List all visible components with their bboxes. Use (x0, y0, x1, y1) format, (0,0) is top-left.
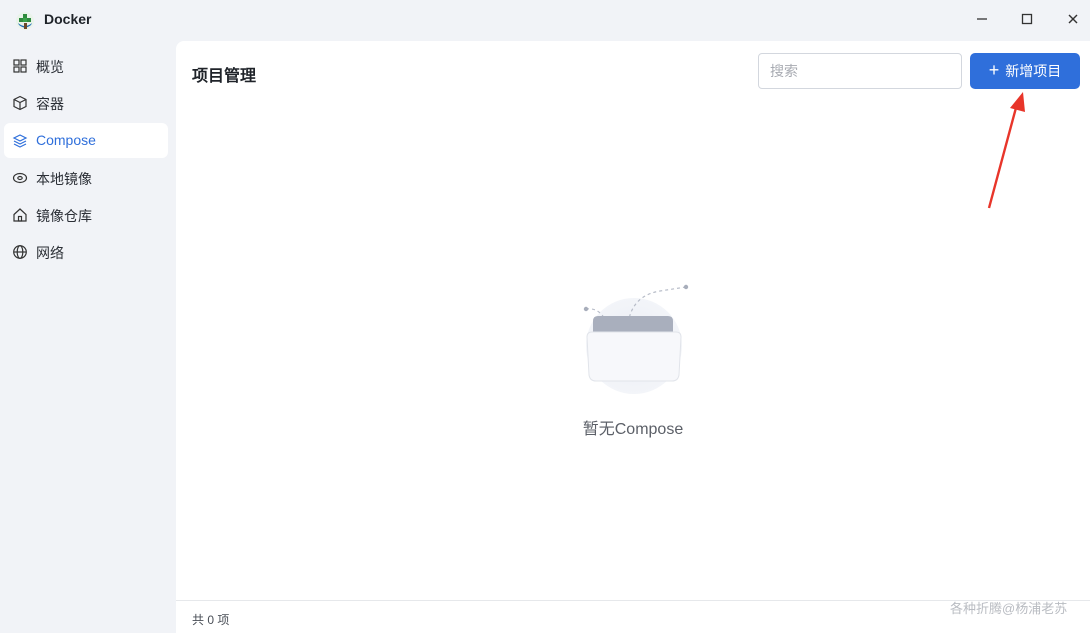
item-count: 共 0 项 (192, 613, 230, 627)
sidebar-item-compose[interactable]: Compose (4, 123, 168, 158)
layers-icon (12, 134, 28, 148)
sidebar-item-label: 概览 (36, 59, 64, 75)
sidebar-item-image-registry[interactable]: 镜像仓库 (4, 197, 168, 232)
close-button[interactable] (1058, 6, 1088, 32)
sidebar-item-label: 镜像仓库 (36, 208, 92, 224)
app-title: Docker (44, 11, 92, 27)
plus-icon: + (988, 60, 1000, 80)
close-icon (1068, 14, 1078, 24)
search-input[interactable] (758, 53, 962, 89)
sidebar-item-label: 容器 (36, 96, 64, 112)
watermark: 各种折腾@杨浦老苏 (950, 601, 1068, 616)
minimize-icon (977, 18, 987, 20)
footer-bar: 共 0 项 各种折腾@杨浦老苏 (176, 600, 1090, 633)
docker-logo-icon (16, 12, 34, 30)
home-icon (13, 208, 27, 222)
title-bar: Docker (0, 0, 1090, 40)
disk-icon (12, 172, 28, 184)
sidebar-item-label: 本地镜像 (36, 171, 92, 187)
sidebar-item-network[interactable]: 网络 (4, 234, 168, 269)
empty-state-text: 暂无Compose (582, 421, 684, 438)
maximize-button[interactable] (1012, 6, 1042, 32)
empty-folder-illustration (583, 284, 689, 394)
add-project-label: 新增项目 (1005, 63, 1062, 79)
main-panel: 项目管理 + 新增项目 暂无Compose 共 0 项 各种折腾@杨浦老苏 (176, 41, 1090, 633)
sidebar-item-overview[interactable]: 概览 (4, 48, 168, 83)
grid-icon (13, 59, 27, 73)
sidebar-item-local-images[interactable]: 本地镜像 (4, 160, 168, 195)
globe-icon (13, 245, 27, 259)
cube-icon (13, 95, 27, 111)
sidebar-item-containers[interactable]: 容器 (4, 85, 168, 120)
sidebar-item-label: 网络 (36, 245, 64, 261)
page-title: 项目管理 (192, 68, 257, 85)
add-project-button[interactable]: + 新增项目 (970, 53, 1080, 89)
minimize-button[interactable] (967, 6, 997, 32)
maximize-icon (1021, 13, 1033, 25)
sidebar-item-label: Compose (36, 132, 96, 148)
